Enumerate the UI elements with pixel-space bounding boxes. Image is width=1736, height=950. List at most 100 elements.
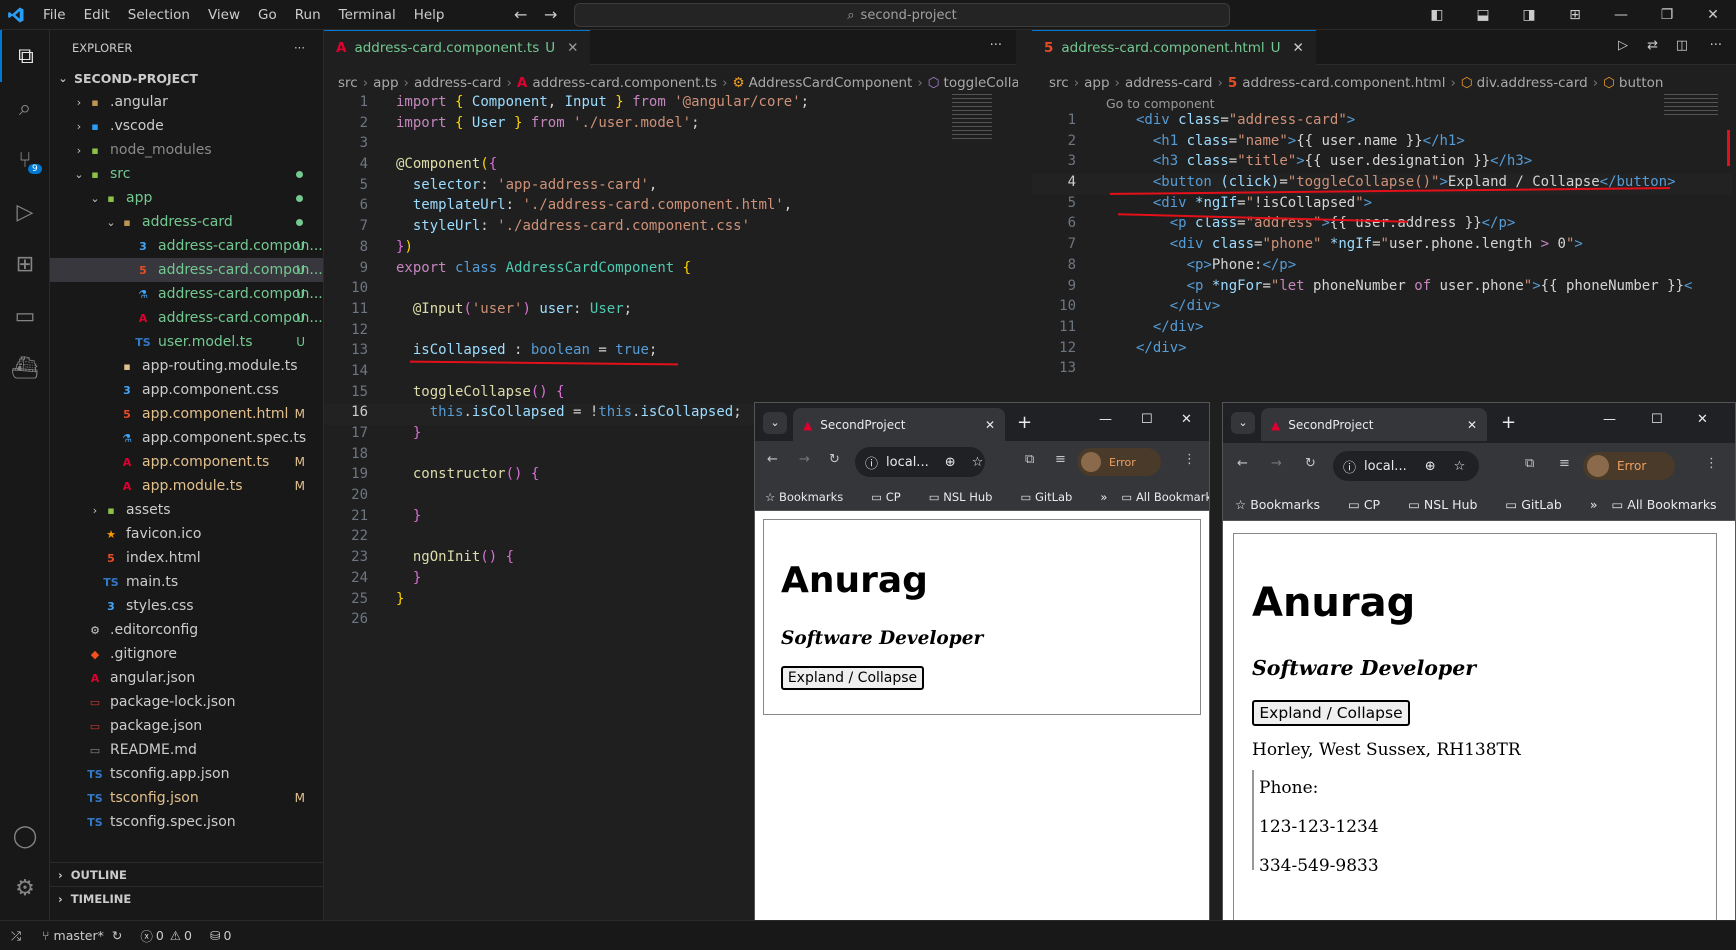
run-icon[interactable]: ▷ <box>1618 38 1628 53</box>
kebab-menu-icon[interactable]: ⋮ <box>1705 456 1718 471</box>
docker-icon[interactable]: ⛴ <box>0 342 50 394</box>
crumb[interactable]: src <box>338 75 358 91</box>
bookmark-folder[interactable]: ▭ All Bookmarks <box>1611 497 1730 512</box>
forward-arrow-icon[interactable]: → <box>1271 456 1282 471</box>
search-icon[interactable]: ⌕ <box>0 82 50 134</box>
close-icon[interactable]: ✕ <box>1690 7 1736 23</box>
more-actions-icon[interactable]: ··· <box>294 41 305 55</box>
crumb[interactable]: app <box>373 75 398 91</box>
remote-explorer-icon[interactable]: ▭ <box>0 290 50 342</box>
profile-error-chip[interactable]: Error <box>1077 448 1161 476</box>
reload-icon[interactable]: ↻ <box>1305 456 1316 471</box>
browser-tab[interactable]: ▲ SecondProject ✕ <box>793 408 1005 441</box>
menu-file[interactable]: File <box>34 7 75 23</box>
bookmark-item[interactable]: ☆ Bookmarks <box>1235 497 1334 512</box>
extensions-icon[interactable]: ⧉ <box>1025 452 1034 467</box>
browser-tab[interactable]: ▲ SecondProject ✕ <box>1261 408 1487 441</box>
minimize-icon[interactable]: — <box>1603 412 1616 427</box>
new-tab-icon[interactable]: + <box>1501 412 1516 433</box>
bookmark-star-icon[interactable]: ☆ <box>1454 459 1466 474</box>
project-root[interactable]: ⌄ SECOND-PROJECT <box>50 66 323 90</box>
crumb[interactable]: app <box>1084 75 1109 91</box>
toggle-collapse-button[interactable]: Expland / Collapse <box>1252 700 1410 726</box>
explorer-item[interactable]: Aapp.component.ts M <box>50 450 323 474</box>
explorer-item[interactable]: ★ favicon.ico <box>50 522 323 546</box>
bookmark-folder[interactable]: ▭ GitLab <box>1020 490 1086 504</box>
explorer-item[interactable]: TS tsconfig.spec.json <box>50 810 323 834</box>
error-count[interactable]: 0 <box>156 928 164 943</box>
codelens-go-to-component[interactable]: Go to component <box>1106 96 1215 111</box>
menu-help[interactable]: Help <box>405 7 454 23</box>
crumb[interactable]: src <box>1049 75 1069 91</box>
explorer-item[interactable]: TS tsconfig.json M <box>50 786 323 810</box>
bookmark-folder[interactable]: ▭ GitLab <box>1505 497 1575 512</box>
bookmark-folder[interactable]: ▭ CP <box>871 490 915 504</box>
crumb[interactable]: div.address-card <box>1477 75 1588 91</box>
explorer-item[interactable]: ▭ README.md <box>50 738 323 762</box>
warning-count[interactable]: 0 <box>184 928 192 943</box>
close-icon[interactable]: ✕ <box>1181 412 1192 427</box>
toggle-collapse-button[interactable]: Expland / Collapse <box>781 666 924 690</box>
back-arrow-icon[interactable]: ← <box>1237 456 1248 471</box>
menu-selection[interactable]: Selection <box>119 7 199 23</box>
explorer-item[interactable]: ⌄ ▪ address-card <box>50 210 323 234</box>
media-icon[interactable]: ≡ <box>1055 452 1066 467</box>
close-icon[interactable]: ✕ <box>1697 412 1708 427</box>
explorer-item[interactable]: 3 app.component.css <box>50 378 323 402</box>
maximize-icon[interactable]: ☐ <box>1651 412 1663 427</box>
reload-icon[interactable]: ↻ <box>829 452 840 467</box>
explorer-item[interactable]: 5 address-card.compon... U <box>50 258 323 282</box>
explorer-item[interactable]: ▭ package.json <box>50 714 323 738</box>
tab-close-icon[interactable]: ✕ <box>985 418 995 432</box>
tab-address-card-html[interactable]: 5 address-card.component.html U ✕ <box>1032 29 1316 65</box>
menu-run[interactable]: Run <box>286 7 330 23</box>
explorer-item[interactable]: 3 address-card.compon... U <box>50 234 323 258</box>
more-actions-icon[interactable]: ··· <box>990 38 1002 53</box>
bookmark-folder[interactable]: ▭ All Bookmarks <box>1121 490 1209 504</box>
menu-terminal[interactable]: Terminal <box>330 7 405 23</box>
bookmark-folder[interactable]: ▭ NSL Hub <box>1408 497 1491 512</box>
crumb[interactable]: button <box>1619 75 1664 91</box>
explorer-item[interactable]: 3 styles.css <box>50 594 323 618</box>
minimize-icon[interactable]: — <box>1099 412 1112 427</box>
command-center[interactable]: ⌕ second-project <box>574 3 1230 27</box>
menu-edit[interactable]: Edit <box>75 7 119 23</box>
toggle-sidebar-icon[interactable]: ◧ <box>1414 7 1460 23</box>
minimize-icon[interactable]: — <box>1598 7 1644 23</box>
branch-name[interactable]: master* <box>54 928 104 943</box>
explorer-item[interactable]: 5 index.html <box>50 546 323 570</box>
overflow-chevron-icon[interactable]: » <box>1100 490 1107 504</box>
kebab-menu-icon[interactable]: ⋮ <box>1183 452 1196 467</box>
settings-gear-icon[interactable]: ⚙ <box>0 862 50 914</box>
address-bar[interactable]: ⓘ local... ⊕ ☆ <box>1333 451 1479 481</box>
tab-search-icon[interactable]: ⌄ <box>1231 412 1255 434</box>
forward-arrow-icon[interactable]: → <box>799 452 810 467</box>
crumb[interactable]: toggleCollapse <box>944 75 1018 91</box>
source-control-icon[interactable]: ⑂ 9 <box>0 134 50 186</box>
explorer-item[interactable]: Aaddress-card.compon... U <box>50 306 323 330</box>
toggle-panel-icon[interactable]: ⬓ <box>1460 7 1506 23</box>
overflow-chevron-icon[interactable]: » <box>1590 497 1598 512</box>
bookmark-item[interactable]: ☆ Bookmarks <box>765 490 857 504</box>
back-arrow-icon[interactable]: ← <box>767 452 778 467</box>
sync-icon[interactable]: ↻ <box>112 928 122 943</box>
explorer-item[interactable]: › ▪ .angular <box>50 90 323 114</box>
bookmark-folder[interactable]: ▭ CP <box>1348 497 1394 512</box>
zoom-icon[interactable]: ⊕ <box>945 455 956 470</box>
explorer-item[interactable]: ⚗ address-card.compon... U <box>50 282 323 306</box>
profile-error-chip[interactable]: Error <box>1583 452 1675 480</box>
explorer-item[interactable]: TS user.model.ts U <box>50 330 323 354</box>
outline-section[interactable]: › OUTLINE <box>50 862 324 886</box>
tab-search-icon[interactable]: ⌄ <box>763 412 787 434</box>
bookmark-star-icon[interactable]: ☆ <box>972 455 984 470</box>
run-debug-icon[interactable]: ▷ <box>0 186 50 238</box>
customize-layout-icon[interactable]: ⊞ <box>1552 7 1598 23</box>
menu-view[interactable]: View <box>199 7 249 23</box>
crumb[interactable]: address-card <box>1125 75 1213 91</box>
explorer-icon[interactable]: ⧉ <box>0 30 50 82</box>
explorer-item[interactable]: › ▪ .vscode <box>50 114 323 138</box>
explorer-item[interactable]: ⚙ .editorconfig <box>50 618 323 642</box>
back-arrow-icon[interactable]: ← <box>514 5 527 24</box>
explorer-item[interactable]: ⌄ ▪ src <box>50 162 323 186</box>
explorer-item[interactable]: Aangular.json <box>50 666 323 690</box>
